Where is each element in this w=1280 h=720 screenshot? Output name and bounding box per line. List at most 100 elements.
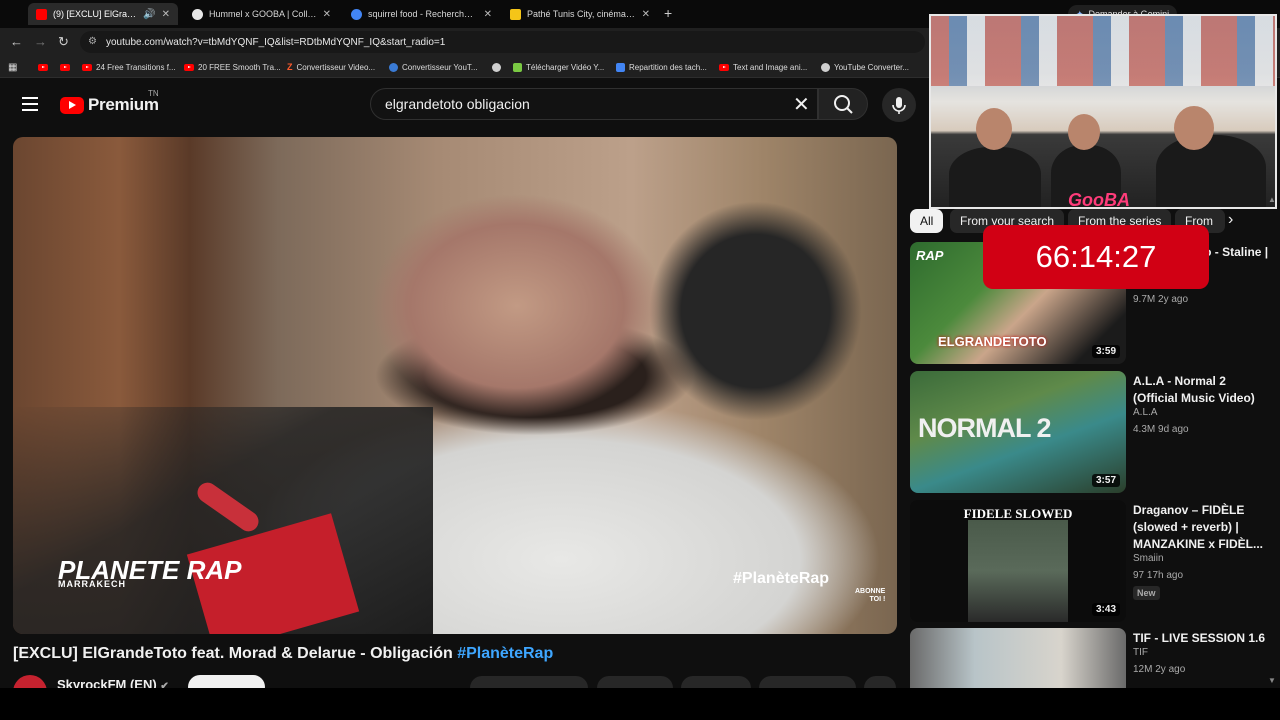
- youtube-icon: [82, 63, 92, 71]
- chip-all[interactable]: All: [910, 209, 944, 233]
- bookmark-item[interactable]: YouTube Converter...: [821, 60, 909, 74]
- close-tab-icon[interactable]: ✕: [323, 9, 331, 20]
- back-arrow-icon[interactable]: ←: [10, 34, 23, 49]
- browser-tab-active[interactable]: (9) [EXCLU] ElGrandeToto fe 🔊 ✕: [28, 3, 178, 25]
- forward-arrow-icon[interactable]: →: [34, 34, 47, 49]
- bookmark-label: Text and Image ani...: [733, 62, 808, 72]
- youtube-premium-logo[interactable]: Premium TN: [60, 89, 159, 115]
- bookmark-item[interactable]: 20 FREE Smooth Tra...: [184, 60, 281, 74]
- bookmark-item[interactable]: Repartition des tach...: [616, 60, 707, 74]
- bookmark-label: Repartition des tach...: [629, 62, 707, 72]
- youtube-icon: [184, 63, 194, 71]
- tab-title: squirrel food - Recherche Goog: [368, 9, 478, 19]
- webcam-person-head: [976, 108, 1012, 150]
- speaker-icon[interactable]: 🔊: [143, 9, 155, 20]
- youtube-favicon-icon: [36, 8, 47, 20]
- bookmark-item[interactable]: Text and Image ani...: [719, 60, 807, 74]
- bookmark-item[interactable]: [38, 60, 48, 74]
- voice-search-button[interactable]: [882, 88, 916, 122]
- video-player[interactable]: PLANETE RAP MARRAKECH #PlanèteRap ABONNE…: [13, 137, 897, 634]
- url-text: youtube.com/watch?v=tbMdYQNF_IQ&list=RDt…: [106, 36, 446, 48]
- video-duration: 3:57: [1091, 474, 1120, 487]
- recommendation-channel[interactable]: TIF: [1133, 647, 1148, 658]
- new-tab-button[interactable]: +: [664, 5, 672, 21]
- recommendation-channel[interactable]: Smaiin: [1133, 553, 1164, 564]
- menu-hamburger-icon[interactable]: [22, 97, 38, 111]
- thumbnail-text: ELGRANDETOTO: [938, 334, 1047, 349]
- recommendation-channel[interactable]: A.L.A: [1133, 407, 1157, 418]
- globe-icon: [821, 62, 830, 72]
- bookmark-label: 24 Free Transitions f...: [96, 62, 176, 72]
- bookmark-label: 20 FREE Smooth Tra...: [198, 62, 281, 72]
- bookmark-item[interactable]: [492, 60, 501, 74]
- docs-icon: [616, 62, 625, 72]
- browser-tab[interactable]: squirrel food - Recherche Goog ✕: [343, 3, 500, 25]
- recommendation-title: A.L.A - Normal 2 (Official Music Video): [1133, 374, 1255, 405]
- webcam-pennants: [931, 16, 1275, 86]
- thumbnail-image: [968, 520, 1068, 622]
- chevron-right-icon[interactable]: ›: [1228, 211, 1233, 229]
- new-badge: New: [1133, 586, 1160, 600]
- clear-search-icon[interactable]: ✕: [793, 92, 810, 117]
- subscribe-overlay-line1: ABONNE: [855, 588, 886, 595]
- region-code: TN: [148, 89, 159, 98]
- bookmark-label: Convertisseur YouT...: [402, 62, 478, 72]
- recommendation-meta: 9.7M 2y ago: [1133, 294, 1189, 305]
- recommendation-meta: 12M 2y ago: [1133, 664, 1186, 675]
- recommendation-title: Draganov – FIDÈLE (slowed + reverb) | MA…: [1133, 503, 1264, 551]
- recommendation-meta: 4.3M 9d ago: [1133, 424, 1189, 435]
- webcam-person-head: [1068, 114, 1100, 150]
- reload-icon[interactable]: ↻: [58, 34, 69, 50]
- video-thumbnail[interactable]: FIDELE SLOWED 3:43: [910, 500, 1126, 622]
- webcam-logo: GooBA: [1068, 190, 1130, 210]
- close-tab-icon[interactable]: ✕: [484, 9, 492, 20]
- z-logo-icon: Z: [287, 62, 293, 72]
- recommendation-meta: 97 17h ago: [1133, 570, 1184, 581]
- search-query-text: elgrandetoto obligacion: [385, 96, 530, 112]
- recommendation-item[interactable]: NORMAL 2 3:57 A.L.A - Normal 2 (Official…: [910, 371, 1272, 493]
- tab-title: Pathé Tunis City, cinéma à cebe: [527, 9, 636, 19]
- video-thumbnail[interactable]: [910, 628, 1126, 688]
- browser-tab[interactable]: Hummel x GOOBA | Collection ✕: [184, 3, 339, 25]
- thumbnail-text: FIDELE SLOWED: [963, 506, 1073, 521]
- globe-favicon-icon: [192, 8, 203, 20]
- video-thumbnail[interactable]: NORMAL 2 3:57: [910, 371, 1126, 493]
- bookmark-item[interactable]: Z Convertisseur Video...: [287, 60, 375, 74]
- scroll-up-arrow-icon[interactable]: ▲: [1268, 195, 1276, 204]
- thumbnail-rap-logo: RAP: [916, 248, 944, 263]
- youtube-icon: [719, 63, 729, 71]
- tab-title: Hummel x GOOBA | Collection: [209, 9, 317, 19]
- close-tab-icon[interactable]: ✕: [642, 9, 650, 20]
- webcam-person: [949, 147, 1041, 207]
- apps-grid-icon[interactable]: ▦: [8, 60, 17, 74]
- google-favicon-icon: [351, 8, 362, 20]
- address-bar[interactable]: ⚙ youtube.com/watch?v=tbMdYQNF_IQ&list=R…: [80, 31, 925, 53]
- bookmark-item[interactable]: Convertisseur YouT...: [389, 60, 478, 74]
- bookmark-label: YouTube Converter...: [834, 62, 910, 72]
- microphone-icon: [892, 97, 906, 114]
- video-title-text: [EXCLU] ElGrandeToto feat. Morad & Delar…: [13, 645, 458, 662]
- youtube-icon: [38, 63, 48, 71]
- countdown-timer: 66:14:27: [983, 225, 1209, 289]
- webcam-person-head: [1174, 106, 1214, 150]
- site-info-icon[interactable]: ⚙: [88, 36, 97, 47]
- recommendation-item[interactable]: FIDELE SLOWED 3:43 Draganov – FIDÈLE (sl…: [910, 500, 1272, 622]
- browser-tab[interactable]: Pathé Tunis City, cinéma à cebe ✕: [502, 3, 658, 25]
- bookmark-item[interactable]: [60, 60, 70, 74]
- bookmark-label: Télécharger Vidéo Y...: [526, 62, 605, 72]
- bookmark-item[interactable]: 24 Free Transitions f...: [82, 60, 176, 74]
- globe-icon: [492, 62, 501, 72]
- recommendation-item[interactable]: TIF - LIVE SESSION 1.6 TIF 12M 2y ago: [910, 628, 1272, 688]
- scroll-down-arrow-icon[interactable]: ▼: [1268, 676, 1276, 685]
- bookmark-label: Convertisseur Video...: [296, 62, 376, 72]
- search-input[interactable]: elgrandetoto obligacion: [370, 88, 818, 120]
- pathe-favicon-icon: [510, 8, 521, 20]
- subscribe-overlay-line2: TOI !: [869, 596, 886, 604]
- tab-title: (9) [EXCLU] ElGrandeToto fe: [53, 9, 138, 19]
- video-title-hashtag[interactable]: #PlanèteRap: [457, 645, 553, 662]
- bookmark-item[interactable]: Télécharger Vidéo Y...: [513, 60, 604, 74]
- close-tab-icon[interactable]: ✕: [162, 9, 170, 20]
- recommendation-title: TIF - LIVE SESSION 1.6: [1133, 631, 1266, 645]
- youtube-icon: [60, 63, 70, 71]
- search-button[interactable]: [818, 88, 868, 120]
